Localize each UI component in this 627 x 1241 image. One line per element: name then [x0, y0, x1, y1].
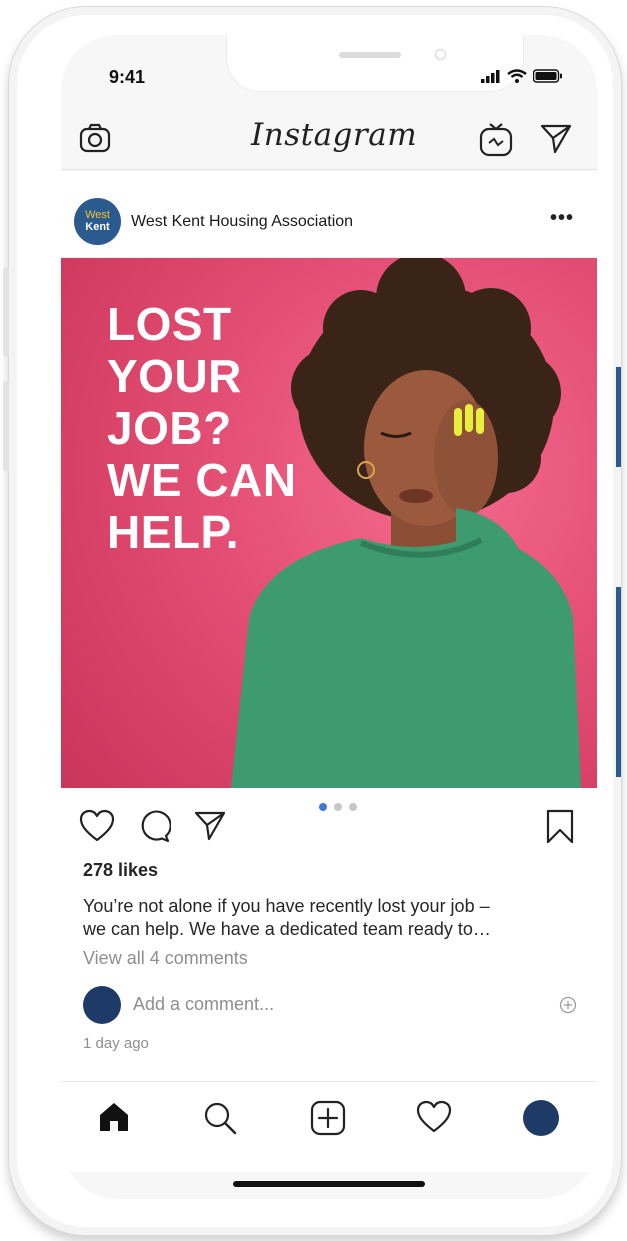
mute-switch — [3, 267, 9, 357]
like-count[interactable]: 278 likes — [83, 860, 158, 881]
side-accent — [616, 367, 621, 467]
phone-frame: 9:41 Instagram West Kent West Kent Housi… — [3, 6, 622, 1236]
screen: 9:41 Instagram West Kent West Kent Housi… — [61, 35, 597, 1199]
caption-line: You’re not alone if you have recently lo… — [83, 896, 490, 916]
share-icon[interactable] — [193, 809, 227, 843]
status-icons — [481, 69, 563, 83]
add-emoji-plus-icon[interactable] — [559, 996, 577, 1014]
camera-icon[interactable] — [78, 121, 112, 155]
post-header: West Kent West Kent Housing Association … — [61, 171, 597, 258]
search-icon[interactable] — [202, 1100, 238, 1136]
app-header: Instagram — [61, 107, 597, 170]
instagram-logo: Instagram — [251, 117, 418, 153]
headline-line: LOST — [107, 298, 232, 350]
home-indicator[interactable] — [233, 1181, 425, 1187]
front-camera — [435, 49, 446, 60]
account-avatar[interactable]: West Kent — [74, 198, 121, 245]
signal-icon — [481, 70, 500, 83]
headline-line: HELP. — [107, 506, 240, 558]
igtv-icon[interactable] — [479, 121, 513, 157]
add-comment-row: Add a comment... — [83, 986, 583, 1026]
bottom-tab-bar — [61, 1081, 597, 1172]
profile-icon[interactable] — [523, 1100, 559, 1136]
post-actions — [61, 807, 597, 847]
activity-icon[interactable] — [416, 1100, 452, 1134]
status-time: 9:41 — [109, 67, 146, 87]
home-icon[interactable] — [97, 1100, 131, 1134]
more-options-icon[interactable]: ••• — [550, 207, 574, 230]
add-comment-input[interactable]: Add a comment... — [133, 994, 274, 1015]
post-caption[interactable]: You’re not alone if you have recently lo… — [83, 895, 553, 941]
caption-line: we can help. We have a dedicated team re… — [83, 919, 491, 939]
avatar-logo-text: Kent — [85, 221, 110, 233]
battery-icon — [533, 69, 562, 83]
side-accent — [616, 587, 621, 777]
new-post-icon[interactable] — [310, 1100, 346, 1136]
view-comments-link[interactable]: View all 4 comments — [83, 948, 248, 969]
headline-line: JOB? — [107, 402, 232, 454]
post-headline: LOST YOUR JOB? WE CAN HELP. — [107, 298, 297, 558]
feed-post: West Kent West Kent Housing Association … — [61, 171, 597, 1081]
headline-line: WE CAN — [107, 454, 297, 506]
headline-line: YOUR — [107, 350, 242, 402]
avatar-logo-text: West — [85, 209, 110, 221]
save-bookmark-icon[interactable] — [545, 809, 575, 845]
notch — [226, 35, 524, 92]
post-image[interactable]: LOST YOUR JOB? WE CAN HELP. — [61, 258, 597, 788]
comment-icon[interactable] — [137, 809, 171, 843]
wifi-icon — [507, 69, 527, 83]
post-timestamp: 1 day ago — [83, 1035, 149, 1052]
volume-button — [3, 381, 9, 471]
post-username[interactable]: West Kent Housing Association — [131, 213, 353, 231]
direct-message-icon[interactable] — [539, 121, 573, 155]
speaker — [339, 52, 401, 58]
like-heart-icon[interactable] — [79, 809, 115, 843]
user-avatar — [83, 986, 121, 1024]
